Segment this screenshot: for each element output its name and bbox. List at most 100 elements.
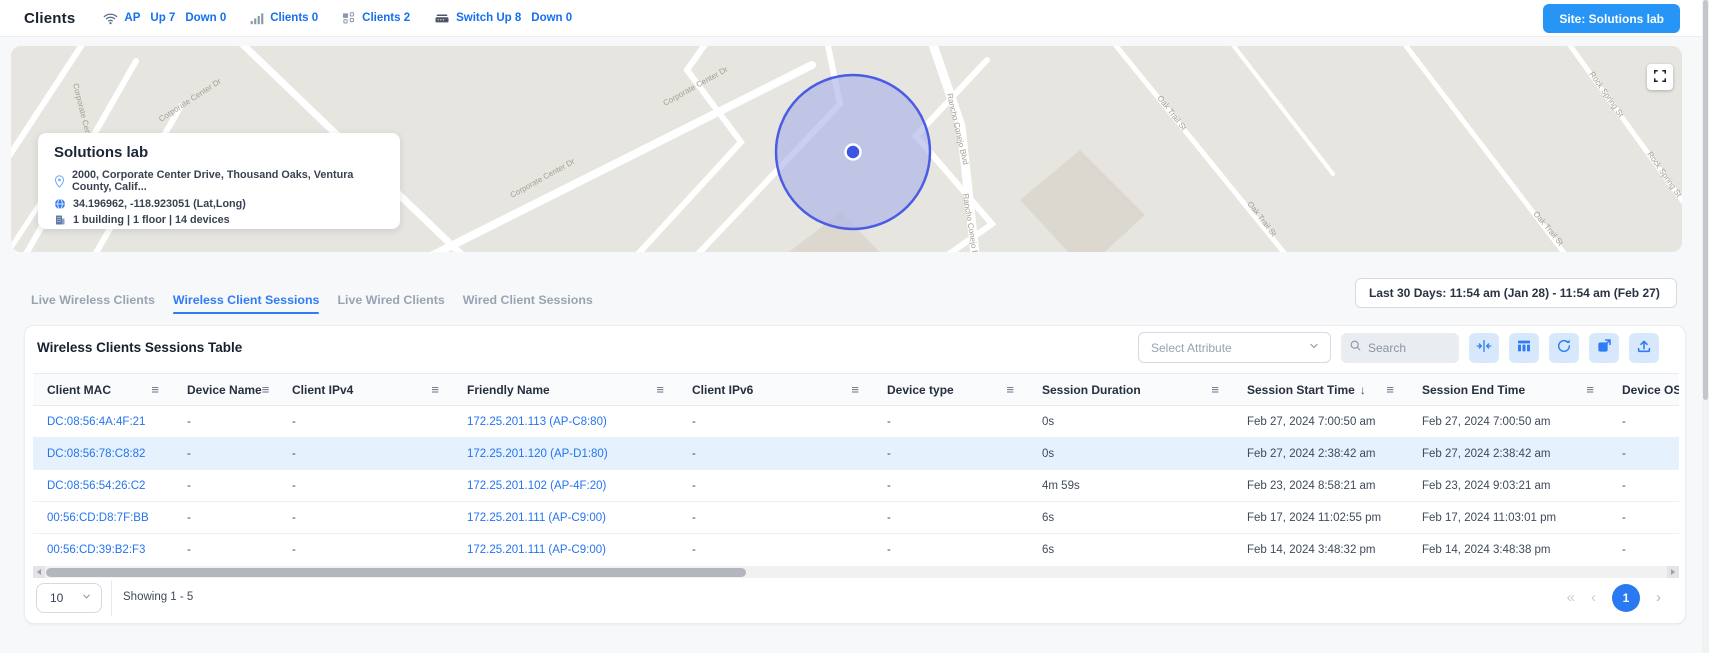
column-header-client-ipv6[interactable]: Client IPv6≡ xyxy=(678,374,873,406)
client-mac-link[interactable]: DC:08:56:4A:4F:21 xyxy=(33,406,173,438)
date-range-selector[interactable]: Last 30 Days: 11:54 am (Jan 28) - 11:54 … xyxy=(1355,278,1677,308)
client-mac-link[interactable]: DC:08:56:54:26:C2 xyxy=(33,470,173,502)
search-box[interactable] xyxy=(1341,333,1459,363)
table-cell: - xyxy=(678,502,873,534)
column-label: Session Duration xyxy=(1042,383,1141,397)
switch-status[interactable]: Switch Up 8 Down 0 xyxy=(434,12,576,25)
page-size-select[interactable]: 10 xyxy=(36,583,102,613)
sort-descending-icon[interactable]: ↓ xyxy=(1360,383,1366,397)
tab-wired-client-sessions[interactable]: Wired Client Sessions xyxy=(463,293,593,314)
column-header-session-start-time[interactable]: Session Start Time↓≡ xyxy=(1233,374,1408,406)
columns-button[interactable] xyxy=(1509,333,1539,363)
column-menu-icon[interactable]: ≡ xyxy=(851,382,859,397)
column-menu-icon[interactable]: ≡ xyxy=(1006,382,1014,397)
column-menu-icon[interactable]: ≡ xyxy=(262,382,270,397)
stat-label: Clients 2 xyxy=(362,12,410,24)
friendly-name-link[interactable]: 172.25.201.102 (AP-4F:20) xyxy=(453,470,678,502)
horizontal-scrollbar[interactable] xyxy=(33,566,1679,578)
table-row[interactable]: DC:08:56:78:C8:82--172.25.201.120 (AP-D1… xyxy=(33,438,1679,470)
select-attribute-dropdown[interactable]: Select Attribute xyxy=(1138,332,1331,363)
prev-page-button[interactable]: ‹ xyxy=(1591,584,1596,612)
table-cell: 6s xyxy=(1028,534,1233,566)
table-row[interactable]: DC:08:56:54:26:C2--172.25.201.102 (AP-4F… xyxy=(33,470,1679,502)
friendly-name-link[interactable]: 172.25.201.113 (AP-C8:80) xyxy=(453,406,678,438)
column-header-client-mac[interactable]: Client MAC ≡ xyxy=(33,374,173,406)
scroll-right-arrow[interactable] xyxy=(1667,566,1679,578)
table-row[interactable]: DC:08:56:4A:4F:21--172.25.201.113 (AP-C8… xyxy=(33,406,1679,438)
vertical-scrollbar-thumb[interactable] xyxy=(1703,0,1708,400)
showing-count: Showing 1 - 5 xyxy=(123,591,193,603)
fit-columns-button[interactable] xyxy=(1469,333,1499,363)
client-mac-link[interactable]: 00:56:CD:D8:7F:BB xyxy=(33,502,173,534)
wired-clients-status[interactable]: Clients 2 xyxy=(342,12,414,25)
friendly-name-link[interactable]: 172.25.201.120 (AP-D1:80) xyxy=(453,438,678,470)
column-menu-icon[interactable]: ≡ xyxy=(1211,382,1219,397)
table-cell: - xyxy=(1608,502,1679,534)
column-label: Device Name xyxy=(187,383,262,397)
wireless-clients-status[interactable]: Clients 0 xyxy=(250,12,322,25)
table-cell: - xyxy=(678,406,873,438)
stat-label: Up 7 xyxy=(150,12,175,24)
search-input[interactable] xyxy=(1368,341,1448,355)
table-row[interactable]: 00:56:CD:39:B2:F3--172.25.201.111 (AP-C9… xyxy=(33,534,1679,566)
table-cell: - xyxy=(173,502,278,534)
tab-wireless-client-sessions[interactable]: Wireless Client Sessions xyxy=(173,293,320,314)
friendly-name-link[interactable]: 172.25.201.111 (AP-C9:00) xyxy=(453,502,678,534)
column-label: Friendly Name xyxy=(467,383,550,397)
friendly-name-link[interactable]: 172.25.201.111 (AP-C9:00) xyxy=(453,534,678,566)
building-icon xyxy=(54,214,66,226)
export-button[interactable] xyxy=(1589,333,1619,363)
first-page-button[interactable]: « xyxy=(1567,584,1575,612)
refresh-icon xyxy=(1556,338,1572,357)
table-cell: - xyxy=(678,470,873,502)
table-cell: - xyxy=(278,470,453,502)
table-cell: - xyxy=(678,438,873,470)
table-cell: - xyxy=(173,470,278,502)
upload-button[interactable] xyxy=(1629,333,1659,363)
top-bar: Clients AP Up 7 Down 0 Clients 0 Clients… xyxy=(0,0,1709,37)
table-cell: - xyxy=(873,470,1028,502)
switch-icon xyxy=(434,12,450,25)
column-label: Client MAC xyxy=(47,383,111,397)
scroll-left-arrow[interactable] xyxy=(33,566,45,578)
map-fullscreen-button[interactable] xyxy=(1647,64,1673,90)
vertical-scrollbar[interactable] xyxy=(1702,0,1709,653)
page-size-value: 10 xyxy=(50,591,63,605)
column-menu-icon[interactable]: ≡ xyxy=(656,382,664,397)
column-menu-icon[interactable]: ≡ xyxy=(1386,382,1394,397)
fullscreen-icon xyxy=(1653,69,1667,86)
footer-divider xyxy=(111,580,112,616)
site-map[interactable]: Corporate Center Dr Corporate Center Dr … xyxy=(11,46,1682,252)
column-header-client-ipv4[interactable]: Client IPv4 ≡ xyxy=(278,374,453,406)
table-cell: - xyxy=(873,502,1028,534)
table-cell: Feb 17, 2024 11:02:55 pm xyxy=(1233,502,1408,534)
refresh-button[interactable] xyxy=(1549,333,1579,363)
table-cell: Feb 27, 2024 7:00:50 am xyxy=(1408,406,1608,438)
column-header-session-duration[interactable]: Session Duration ≡ xyxy=(1028,374,1233,406)
stat-label: AP xyxy=(124,12,140,24)
column-header-friendly-name[interactable]: Friendly Name ≡ xyxy=(453,374,678,406)
column-header-device-type[interactable]: Device type ≡ xyxy=(873,374,1028,406)
ap-status[interactable]: AP Up 7 Down 0 xyxy=(103,12,230,25)
client-mac-link[interactable]: 00:56:CD:39:B2:F3 xyxy=(33,534,173,566)
table-title: Wireless Clients Sessions Table xyxy=(37,340,242,355)
horizontal-scrollbar-thumb[interactable] xyxy=(46,568,746,577)
site-marker[interactable] xyxy=(846,145,861,160)
client-mac-link[interactable]: DC:08:56:78:C8:82 xyxy=(33,438,173,470)
column-label: Client IPv4 xyxy=(292,383,353,397)
next-page-button[interactable]: › xyxy=(1656,584,1661,612)
column-header-device-name[interactable]: Device Name≡ xyxy=(173,374,278,406)
column-header-session-end-time[interactable]: Session End Time≡ xyxy=(1408,374,1608,406)
current-page-button[interactable]: 1 xyxy=(1612,584,1640,612)
site-selector-button[interactable]: Site: Solutions lab xyxy=(1543,4,1680,33)
tab-live-wireless-clients[interactable]: Live Wireless Clients xyxy=(31,293,155,314)
column-menu-icon[interactable]: ≡ xyxy=(431,382,439,397)
column-label: Device type xyxy=(887,383,954,397)
column-menu-icon[interactable]: ≡ xyxy=(151,382,159,397)
column-menu-icon[interactable]: ≡ xyxy=(1586,382,1594,397)
column-header-device-os[interactable]: Device OS xyxy=(1608,374,1679,406)
open-in-new-icon xyxy=(1596,338,1612,357)
table-cell: Feb 14, 2024 3:48:32 pm xyxy=(1233,534,1408,566)
table-row[interactable]: 00:56:CD:D8:7F:BB--172.25.201.111 (AP-C9… xyxy=(33,502,1679,534)
tab-live-wired-clients[interactable]: Live Wired Clients xyxy=(337,293,444,314)
